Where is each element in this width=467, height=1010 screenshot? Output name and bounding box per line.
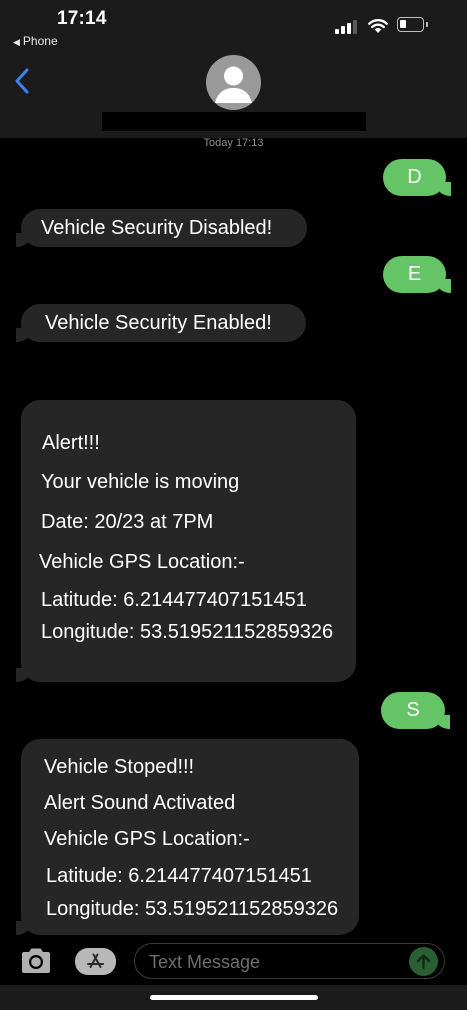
message-line: Longitude: 53.519521152859326 [41,621,334,643]
camera-icon[interactable] [19,947,53,975]
contact-name-redacted[interactable] [102,112,366,131]
message-text: E [407,263,422,285]
cellular-signal-icon [335,20,361,34]
message-text: Vehicle Security Disabled! [41,217,273,239]
message-line: Longitude: 53.519521152859326 [46,898,339,920]
received-message[interactable]: Vehicle Security Disabled! [16,209,307,247]
message-text: Vehicle Security Enabled! [45,312,272,334]
conversation-header: 17:14 ◀ Phone [0,0,467,138]
received-message[interactable]: Vehicle Security Enabled! [16,304,306,342]
back-triangle-icon: ◀ [13,37,20,47]
message-input-field[interactable] [134,943,445,979]
message-line: Your vehicle is moving [41,471,240,493]
app-store-button[interactable] [75,948,116,975]
home-indicator[interactable] [150,995,318,1000]
battery-tip [426,22,428,27]
message-text: S [406,699,420,721]
received-message[interactable]: Vehicle Stoped!!! Alert Sound Activated … [16,739,359,935]
message-line: Alert!!! [42,432,100,454]
sent-message[interactable]: D [383,159,451,196]
back-to-app-link[interactable]: ◀ Phone [13,34,58,48]
message-input[interactable] [147,950,401,974]
received-message[interactable]: Alert!!! Your vehicle is moving Date: 20… [16,400,356,682]
message-line: Vehicle GPS Location:- [44,828,250,850]
back-app-label: Phone [22,34,58,48]
message-line: Alert Sound Activated [44,792,236,814]
arrow-up-icon [416,954,431,970]
message-line: Latitude: 6.214477407151451 [46,865,312,887]
back-chevron-icon[interactable] [14,68,30,94]
message-timestamp: Today 17:13 [203,137,264,149]
app-store-icon [87,953,104,968]
contact-avatar[interactable] [206,55,261,110]
status-time: 17:14 [57,8,107,29]
message-line: Latitude: 6.214477407151451 [41,589,307,611]
send-button[interactable] [409,947,438,976]
battery-icon [397,17,424,32]
message-line: Vehicle Stoped!!! [44,756,195,778]
person-icon [215,66,252,103]
wifi-icon [368,19,388,33]
message-text: D [407,166,422,188]
message-line: Vehicle GPS Location:- [39,551,245,573]
message-line: Date: 20/23 at 7PM [41,511,214,533]
sent-message[interactable]: S [381,692,450,729]
sent-message[interactable]: E [383,256,451,293]
